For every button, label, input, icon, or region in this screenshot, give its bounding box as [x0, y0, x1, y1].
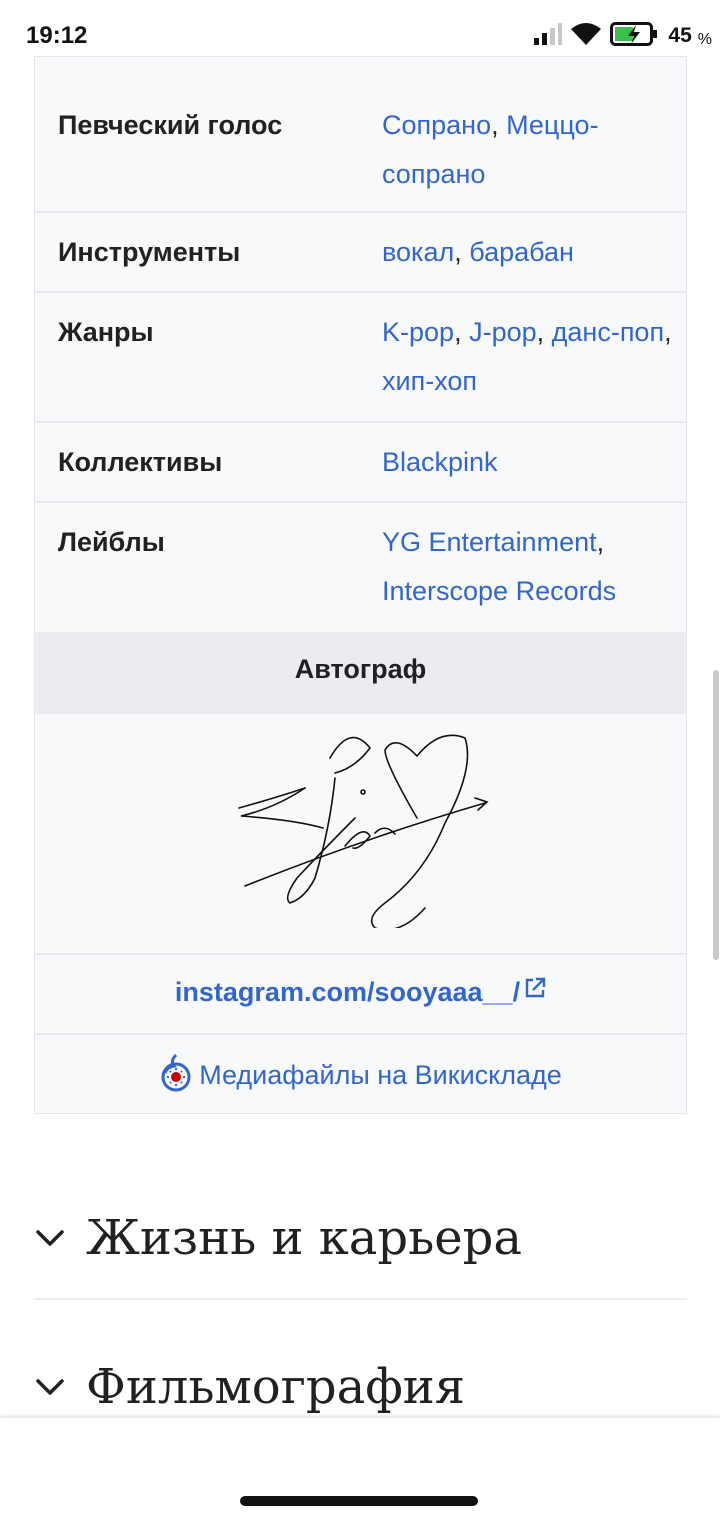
- row-label: Жанры: [58, 317, 154, 347]
- battery-charging-icon: [610, 21, 660, 52]
- link-drum[interactable]: барабан: [469, 237, 574, 267]
- section-title[interactable]: Фильмография: [86, 1357, 465, 1417]
- section-filmography[interactable]: Фильмография: [34, 1357, 687, 1417]
- infobox: Певческий голос Сопрано, Меццо-сопрано И…: [34, 56, 687, 1114]
- row-value: YG Entertainment, Interscope Records: [382, 518, 682, 616]
- status-time: 19:12: [26, 22, 88, 49]
- row-value: Blackpink: [382, 438, 682, 487]
- link-vocal[interactable]: вокал: [382, 237, 454, 267]
- status-icons: 45 %: [532, 20, 712, 52]
- separator: ,: [454, 317, 470, 347]
- link-yg-entertainment[interactable]: YG Entertainment: [382, 527, 597, 557]
- row-label: Инструменты: [58, 237, 241, 267]
- row-value: K-pop, J-pop, данс-поп, хип-хоп: [382, 308, 682, 406]
- row-label: Лейблы: [58, 527, 165, 557]
- signature-image-cell: [35, 714, 686, 955]
- row-label: Певческий голос: [58, 110, 283, 140]
- separator: ,: [664, 317, 672, 347]
- link-j-pop[interactable]: J-pop: [469, 317, 537, 347]
- battery-level: 45: [668, 24, 692, 47]
- section-title[interactable]: Жизнь и карьера: [86, 1208, 522, 1268]
- external-link-icon: [524, 975, 546, 1006]
- chevron-down-icon: [34, 1222, 66, 1259]
- link-soprano[interactable]: Сопрано: [382, 110, 491, 140]
- instagram-row: instagram.com/sooyaaa__/: [35, 955, 686, 1035]
- row-value: Сопрано, Меццо-сопрано: [382, 101, 682, 199]
- infobox-row-voice: Певческий голос Сопрано, Меццо-сопрано: [35, 83, 686, 213]
- home-indicator[interactable]: [240, 1496, 478, 1506]
- wifi-icon: [570, 21, 602, 52]
- separator: ,: [536, 317, 552, 347]
- scrollbar[interactable]: [713, 670, 719, 960]
- link-k-pop[interactable]: K-pop: [382, 317, 454, 347]
- separator: ,: [491, 110, 507, 140]
- infobox-row-genres: Жанры K-pop, J-pop, данс-поп, хип-хоп: [35, 293, 686, 423]
- bottom-bar: [0, 1418, 720, 1520]
- infobox-row-groups: Коллективы Blackpink: [35, 423, 686, 503]
- autograph-heading: Автограф: [294, 654, 427, 684]
- chevron-down-icon: [34, 1371, 66, 1408]
- link-hip-hop[interactable]: хип-хоп: [382, 366, 477, 396]
- link-interscope-records[interactable]: Interscope Records: [382, 576, 616, 606]
- separator: ,: [596, 527, 605, 557]
- row-label: Коллективы: [58, 447, 223, 477]
- infobox-row-labels: Лейблы YG Entertainment, Interscope Reco…: [35, 503, 686, 632]
- link-blackpink[interactable]: Blackpink: [382, 447, 498, 477]
- signal-icon: [532, 22, 563, 51]
- section-life-and-career[interactable]: Жизнь и карьера: [34, 1208, 687, 1268]
- commons-link-text[interactable]: Медиафайлы на Викискладе: [199, 1060, 562, 1091]
- link-dance-pop[interactable]: данс-поп: [552, 317, 664, 347]
- section-divider: [34, 1298, 687, 1300]
- battery-unit: %: [697, 31, 712, 48]
- separator: ,: [454, 237, 470, 267]
- signature-image[interactable]: [235, 728, 495, 928]
- commons-row: Медиафайлы на Викискладе: [35, 1035, 686, 1113]
- infobox-row-instruments: Инструменты вокал, барабан: [35, 213, 686, 293]
- instagram-link[interactable]: instagram.com/sooyaaa__/: [175, 977, 546, 1008]
- row-value: вокал, барабан: [382, 228, 682, 277]
- instagram-link-text[interactable]: instagram.com/sooyaaa__/: [175, 977, 520, 1007]
- autograph-heading-row: Автограф: [35, 632, 686, 714]
- commons-link[interactable]: Медиафайлы на Викискладе: [159, 1053, 562, 1098]
- commons-logo-icon: [159, 1053, 193, 1098]
